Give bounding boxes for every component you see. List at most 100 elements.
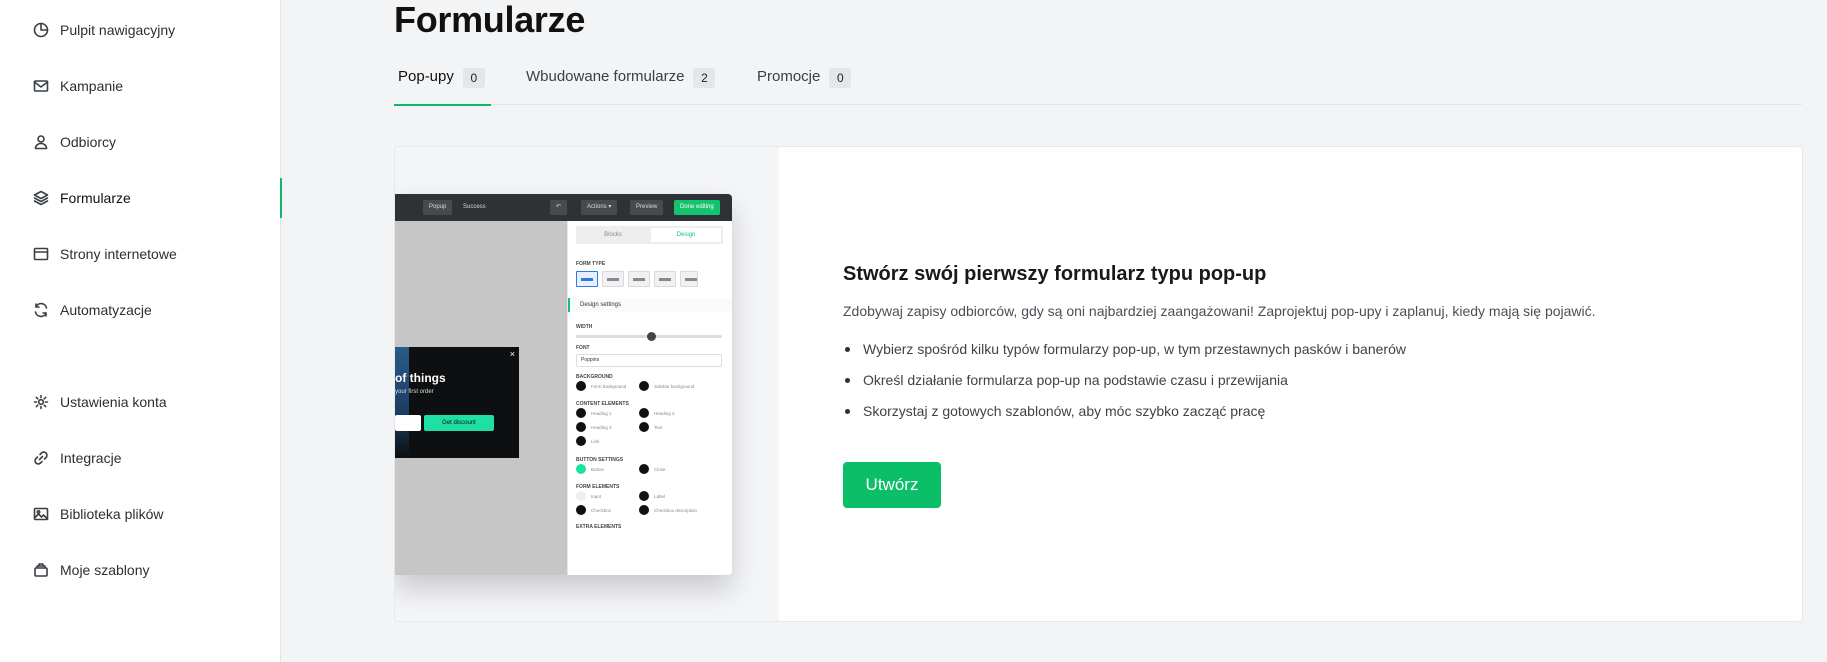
gear-icon [33,394,49,410]
tab-bar: Pop-upy 0 Wbudowane formularze 2 Promocj… [394,62,1802,106]
form-type-option [654,271,676,287]
content-elements-label: CONTENT ELEMENTS [576,401,629,407]
tab-label: Wbudowane formularze [526,68,685,85]
sidebar-item-label: Formularze [60,190,131,206]
sidebar-item-dashboard[interactable]: Pulpit nawigacyjny [0,10,281,50]
sidebar: Pulpit nawigacyjny Kampanie Odbiorcy For… [0,0,282,662]
background-label: BACKGROUND [576,374,613,380]
design-tab: Design [651,228,721,242]
sidebar-item-account-settings[interactable]: Ustawienia konta [0,382,281,422]
checkbox-description-swatch: Checkbox description [639,505,697,515]
form-type-option [602,271,624,287]
sidebar-item-label: Ustawienia konta [60,394,167,410]
editor-canvas: of things your first order Get discount … [395,221,567,575]
template-icon [33,562,49,578]
sidebar-item-label: Integracje [60,450,122,466]
sidebar-item-label: Strony internetowe [60,246,177,262]
refresh-icon [33,302,49,318]
width-slider [576,332,722,341]
sidebar-item-my-templates[interactable]: Moje szablony [0,550,281,590]
link-swatch: Link [576,436,599,446]
heading1-swatch: Heading 1 [576,408,612,418]
preview-area: Popup Success ↶ Actions ▾ Preview Done e… [395,147,779,621]
tab-popups[interactable]: Pop-upy 0 [394,62,491,106]
feature-list: Wybierz spośród kilku typów formularzy p… [843,339,1406,432]
sidebar-item-label: Odbiorcy [60,134,117,150]
form-elements-label: FORM ELEMENTS [576,484,620,490]
done-editing-chip: Done editing [674,200,720,215]
undo-icon: ↶ [550,200,568,215]
list-item: Wybierz spośród kilku typów formularzy p… [843,339,1406,370]
sidebar-background-swatch: Sidebar background [639,381,694,391]
font-label: FONT [576,345,590,351]
sidebar-item-websites[interactable]: Strony internetowe [0,234,281,274]
success-tab-chip: Success [463,204,486,210]
popup-subtitle: your first order [395,389,434,395]
sidebar-item-label: Automatyzacje [60,302,152,318]
close-swatch: Close [639,464,666,474]
tab-count-badge: 2 [693,68,716,88]
form-type-option [576,271,598,287]
label-swatch: Label [639,491,665,501]
text-swatch: Text [639,422,662,432]
popup-title: of things [395,371,446,385]
form-type-option [628,271,650,287]
empty-state-card: Popup Success ↶ Actions ▾ Preview Done e… [394,146,1803,622]
popup-photo [395,347,409,458]
sidebar-item-automations[interactable]: Automatyzacje [0,290,281,330]
tab-label: Pop-upy [398,68,454,85]
sidebar-item-label: Biblioteka plików [60,506,164,522]
width-label: WIDTH [576,324,593,330]
list-item: Określ działanie formularza pop-up na po… [843,370,1406,401]
popup-email-input [395,415,421,431]
form-type-option [680,271,698,287]
image-icon [33,506,49,522]
empty-state-description: Zdobywaj zapisy odbiorców, gdy są oni na… [843,303,1596,319]
close-icon: × [509,349,515,359]
heading3-swatch: Heading 3 [576,422,612,432]
browser-icon [33,246,49,262]
layers-icon [33,190,49,206]
dashboard-icon [33,22,49,38]
list-item: Skorzystaj z gotowych szablonów, aby móc… [843,401,1406,432]
form-editor-preview-image: Popup Success ↶ Actions ▾ Preview Done e… [395,194,732,575]
page-title: Formularze [394,0,586,40]
tab-count-badge: 0 [462,68,485,88]
editor-topbar: Popup Success ↶ Actions ▾ Preview Done e… [395,194,732,221]
sidebar-item-integrations[interactable]: Integracje [0,438,281,478]
popup-cta-button: Get discount [424,415,494,431]
button-swatch: Button [576,464,604,474]
form-type-label: FORM TYPE [576,261,606,267]
sidebar-item-file-library[interactable]: Biblioteka plików [0,494,281,534]
sidebar-item-label: Pulpit nawigacyjny [60,22,176,38]
sidebar-item-label: Moje szablony [60,562,150,578]
mail-icon [33,78,49,94]
sidebar-item-campaigns[interactable]: Kampanie [0,66,281,106]
editor-design-panel: Blocks Design FORM TYPE Design settings … [567,221,732,575]
form-background-swatch: Form background [576,381,626,391]
preview-chip: Preview [630,200,664,215]
sidebar-item-audience[interactable]: Odbiorcy [0,122,281,162]
tab-embedded-forms[interactable]: Wbudowane formularze 2 [526,62,716,105]
empty-state-title: Stwórz swój pierwszy formularz typu pop-… [843,263,1267,285]
panel-segment: Blocks Design [576,226,723,244]
blocks-tab: Blocks [604,232,622,238]
button-settings-label: BUTTON SETTINGS [576,457,624,463]
link-icon [33,450,49,466]
heading2-swatch: Heading 2 [639,408,675,418]
tab-label: Promocje [757,68,821,85]
input-swatch: Input [576,491,601,501]
popup-tab-chip: Popup [423,200,453,215]
create-button[interactable]: Utwórz [843,462,941,508]
popup-preview: of things your first order Get discount … [395,347,519,458]
font-select: Poppins [576,354,722,367]
tab-count-badge: 0 [829,68,852,88]
extra-elements-label: EXTRA ELEMENTS [576,524,622,530]
user-icon [33,134,49,150]
checkbox-swatch: Checkbox [576,505,611,515]
design-settings-row: Design settings [568,298,732,312]
sidebar-item-label: Kampanie [60,78,124,94]
actions-chip: Actions ▾ [581,200,618,215]
tab-promotions[interactable]: Promocje 0 [757,62,852,105]
sidebar-item-forms[interactable]: Formularze [0,178,282,218]
